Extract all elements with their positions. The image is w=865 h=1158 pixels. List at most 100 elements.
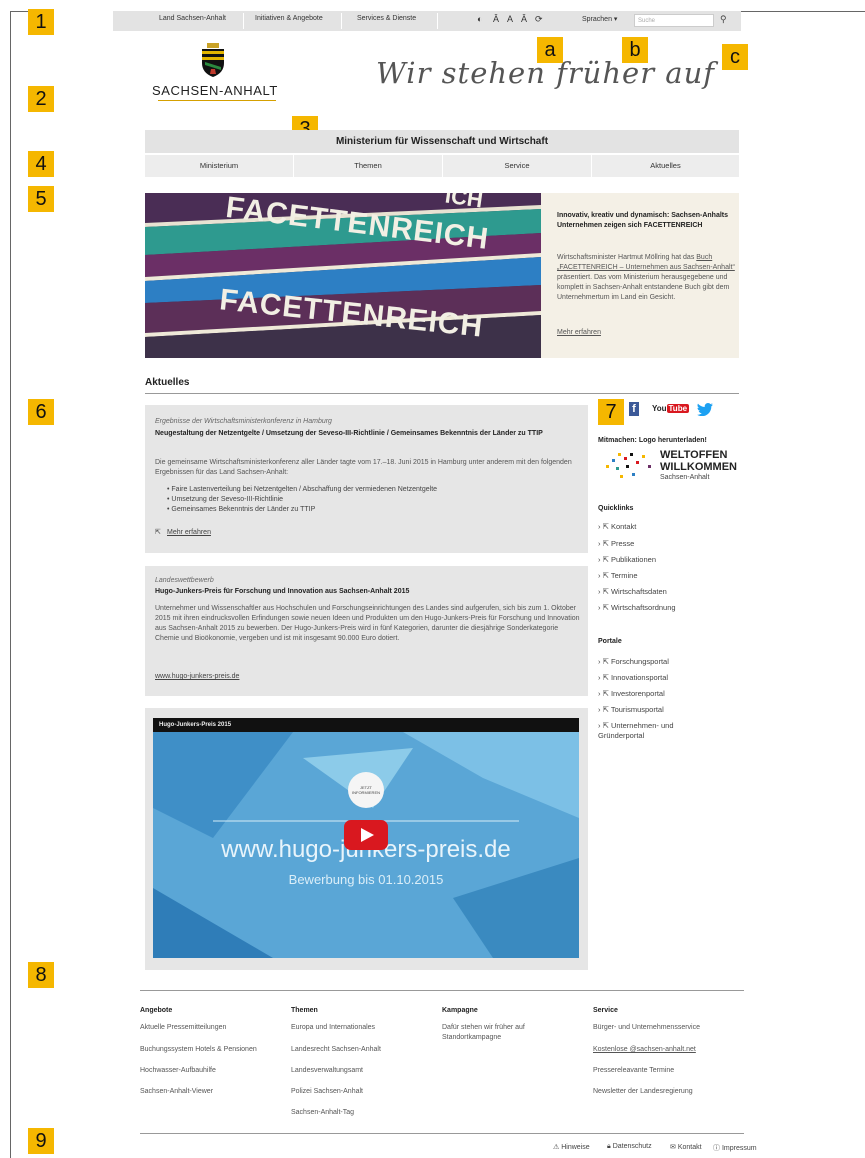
- quicklink-label: Wirtschaftsdaten: [610, 587, 667, 596]
- contrast-icon[interactable]: ◐: [477, 14, 482, 24]
- quicklink-publikationen[interactable]: › ⇱ Publikationen: [598, 555, 656, 564]
- read-aloud-icon[interactable]: ⟳: [535, 14, 543, 25]
- font-normal-icon[interactable]: A: [507, 14, 513, 24]
- footer-link[interactable]: Dafür stehen wir früher auf: [442, 1023, 525, 1033]
- marker-9: 9: [28, 1128, 54, 1154]
- hero-body: Wirtschaftsminister Hartmut Möllring hat…: [557, 253, 735, 303]
- list-item: • Faire Lastenverteilung bei Netzentgelt…: [167, 486, 438, 493]
- hinweise-icon: ⚠: [553, 1144, 560, 1151]
- logo-download-heading[interactable]: Mitmachen: Logo herunterladen!: [598, 437, 707, 444]
- hero-body-pre: Wirtschaftsminister Hartmut Möllring hat…: [557, 254, 697, 261]
- portal-forschung[interactable]: › ⇱ Forschungsportal: [598, 657, 669, 666]
- hero-image[interactable]: ICH FACETTENREICH FACETTENREICH: [145, 193, 541, 358]
- slogan: Wir stehen früher auf: [376, 56, 715, 90]
- ministry-title[interactable]: Ministerium für Wissenschaft und Wirtsch…: [145, 130, 739, 153]
- external-link-icon: ⇱: [155, 529, 161, 536]
- footer-link[interactable]: Aktuelle Pressemitteilungen: [140, 1023, 226, 1033]
- marker-7: 7: [598, 399, 624, 425]
- quicklink-wirtschaftsdaten[interactable]: › ⇱ Wirtschaftsdaten: [598, 587, 667, 596]
- footer-link[interactable]: Europa und Internationales: [291, 1023, 375, 1033]
- weltoffen-text: WELTOFFEN: [660, 449, 728, 461]
- main-navigation: Ministerium Themen Service Aktuelles: [145, 155, 739, 177]
- topbar-link-initiativen[interactable]: Initiativen & Angebote: [255, 15, 323, 22]
- footer-kontakt-link[interactable]: ✉ Kontakt: [670, 1143, 702, 1151]
- footer-link[interactable]: Polizei Sachsen-Anhalt: [291, 1087, 363, 1097]
- footer-link[interactable]: Sachsen-Anhalt-Tag: [291, 1108, 354, 1118]
- portal-innovation[interactable]: › ⇱ Innovationsportal: [598, 673, 668, 682]
- news-card: Landeswettbewerb Hugo-Junkers-Preis für …: [145, 566, 588, 696]
- quicklinks-heading: Quicklinks: [598, 505, 634, 512]
- footer-link[interactable]: Kostenlose @sachsen-anhalt.net: [593, 1045, 696, 1055]
- quicklink-label: Wirtschaftsordnung: [610, 603, 676, 612]
- lock-icon: 🔒︎: [607, 1143, 611, 1150]
- footer-link[interactable]: Standortkampagne: [442, 1033, 501, 1043]
- quicklink-termine[interactable]: › ⇱ Termine: [598, 571, 638, 580]
- hero-title[interactable]: Innovativ, kreativ und dynamisch: Sachse…: [557, 211, 735, 231]
- nav-service[interactable]: Service: [443, 155, 591, 177]
- portal-investoren[interactable]: › ⇱ Investorenportal: [598, 689, 665, 698]
- portal-tourismus[interactable]: › ⇱ Tourismusportal: [598, 705, 664, 714]
- aktuelles-heading: Aktuelles: [145, 377, 190, 388]
- footer-link[interactable]: Landesrecht Sachsen-Anhalt: [291, 1045, 381, 1055]
- footer-link[interactable]: Sachsen-Anhalt-Viewer: [140, 1087, 213, 1097]
- news-title[interactable]: Hugo-Junkers-Preis für Forschung und Inn…: [155, 587, 580, 597]
- nav-themen[interactable]: Themen: [294, 155, 442, 177]
- portal-label: Tourismusportal: [610, 705, 664, 714]
- languages-dropdown[interactable]: Sprachen ▾: [582, 15, 617, 23]
- quicklink-kontakt[interactable]: › ⇱ Kontakt: [598, 522, 636, 531]
- frame-left-line: [10, 11, 11, 1158]
- portale-heading: Portale: [598, 638, 622, 645]
- footer-link[interactable]: Newsletter der Landesregierung: [593, 1087, 693, 1097]
- footer-impressum-link[interactable]: ⓘ Impressum: [713, 1143, 757, 1153]
- news-body: Die gemeinsame Wirtschaftsministerkonfer…: [155, 459, 572, 476]
- footer-link[interactable]: Bürger- und Unternehmensservice: [593, 1023, 700, 1033]
- play-button[interactable]: [344, 820, 388, 850]
- portal-label: Unternehmen- und Gründerportal: [598, 721, 674, 740]
- hero-more-link[interactable]: Mehr erfahren: [557, 329, 601, 336]
- list-item-text: Faire Lastenverteilung bei Netzentgelten…: [171, 486, 438, 493]
- news-link[interactable]: www.hugo-junkers-preis.de: [155, 673, 239, 680]
- footer-link[interactable]: Buchungssystem Hotels & Pensionen: [140, 1045, 257, 1055]
- info-icon: ⓘ: [713, 1145, 720, 1152]
- weltoffen-logo[interactable]: WELTOFFEN WILLKOMMEN Sachsen-Anhalt: [598, 447, 738, 483]
- nav-aktuelles[interactable]: Aktuelles: [592, 155, 739, 177]
- portal-gruender[interactable]: › ⇱ Unternehmen- und Gründerportal: [598, 721, 708, 741]
- topbar-link-services[interactable]: Services & Dienste: [357, 15, 416, 22]
- topbar-link-land[interactable]: Land Sachsen-Anhalt: [159, 15, 226, 22]
- twitter-icon[interactable]: [697, 403, 713, 416]
- footer-link[interactable]: Hochwasser-Aufbauhilfe: [140, 1066, 216, 1076]
- youtube-icon[interactable]: You Tube: [652, 404, 690, 413]
- video-player[interactable]: Hugo-Junkers-Preis 2015 JETZT INFORMIERE…: [153, 718, 579, 958]
- footer-link[interactable]: Landesverwaltungsamt: [291, 1066, 363, 1076]
- footer-heading-themen: Themen: [291, 1007, 318, 1014]
- footer-link[interactable]: Pressereleavante Termine: [593, 1066, 674, 1076]
- font-larger-icon[interactable]: Â: [493, 14, 499, 24]
- hero-body-post: präsentiert. Das vom Ministerium herausg…: [557, 274, 730, 301]
- font-smaller-icon[interactable]: Ǎ: [521, 14, 527, 24]
- sachsen-anhalt-text: Sachsen-Anhalt: [660, 474, 710, 481]
- search-input[interactable]: Suche: [634, 14, 714, 27]
- list-item: • Umsetzung der Seveso-III-Richtlinie: [167, 496, 284, 503]
- video-subtitle: Bewerbung bis 01.10.2015: [288, 872, 444, 887]
- portal-label: Innovationsportal: [610, 673, 669, 682]
- topbar-separator: [341, 13, 342, 29]
- footer-hinweise-label: Hinweise: [561, 1144, 590, 1151]
- quicklink-presse[interactable]: › ⇱ Presse: [598, 539, 634, 548]
- footer-datenschutz-link[interactable]: 🔒︎ Datenschutz: [607, 1143, 652, 1151]
- quicklink-label: Publikationen: [610, 555, 656, 564]
- facebook-icon[interactable]: f: [629, 402, 639, 416]
- quicklink-label: Presse: [610, 539, 635, 548]
- top-bar: Land Sachsen-Anhalt Initiativen & Angebo…: [113, 11, 741, 31]
- news-more-link[interactable]: Mehr erfahren: [167, 529, 211, 536]
- list-item-text: Gemeinsames Bekenntnis der Länder zu TTI…: [171, 506, 316, 513]
- quicklink-wirtschaftsordnung[interactable]: › ⇱ Wirtschaftsordnung: [598, 603, 676, 612]
- coat-of-arms-icon[interactable]: [200, 43, 226, 77]
- footer-hinweise-link[interactable]: ⚠ Hinweise: [553, 1143, 590, 1151]
- marker-4: 4: [28, 151, 54, 177]
- news-title[interactable]: Neugestaltung der Netzentgelte / Umsetzu…: [155, 429, 580, 439]
- search-icon[interactable]: ⚲: [720, 14, 727, 25]
- logo-text[interactable]: SACHSEN-ANHALT: [152, 83, 278, 98]
- footer-heading-kampagne: Kampagne: [442, 1007, 478, 1014]
- nav-ministerium[interactable]: Ministerium: [145, 155, 293, 177]
- weltoffen-dots-icon: [606, 453, 651, 478]
